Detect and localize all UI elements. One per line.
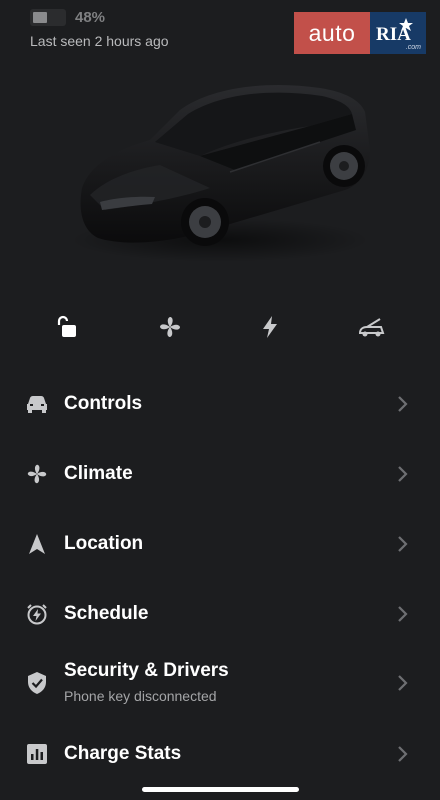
frunk-quick-button[interactable] bbox=[354, 310, 388, 344]
logo-ria-block: RIA .com bbox=[370, 12, 426, 54]
fan-icon bbox=[25, 462, 49, 486]
unlocked-padlock-icon bbox=[57, 315, 76, 337]
chevron-right-icon bbox=[398, 396, 408, 412]
menu-label-security-drivers: Security & Drivers bbox=[64, 660, 229, 681]
home-indicator[interactable] bbox=[142, 787, 299, 792]
menu-label-location: Location bbox=[64, 533, 144, 554]
last-seen-text: Last seen 2 hours ago bbox=[30, 33, 169, 49]
bar-chart-icon bbox=[25, 742, 49, 766]
menu-item-charge-stats[interactable]: Charge Stats bbox=[0, 723, 440, 785]
auto-ria-logo: auto RIA .com bbox=[294, 12, 426, 54]
menu-item-climate[interactable]: Climate bbox=[0, 443, 440, 505]
menu-item-controls[interactable]: Controls bbox=[0, 373, 440, 435]
chevron-right-icon bbox=[398, 536, 408, 552]
chevron-right-icon bbox=[398, 746, 408, 762]
battery-percentage: 48% bbox=[75, 8, 106, 26]
menu-item-location[interactable]: Location bbox=[0, 513, 440, 575]
menu-sublabel-phone-key: Phone key disconnected bbox=[64, 688, 217, 704]
battery-icon bbox=[30, 8, 66, 26]
logo-ria-text: RIA bbox=[376, 24, 411, 45]
menu-item-schedule[interactable]: Schedule bbox=[0, 583, 440, 645]
climate-quick-button[interactable] bbox=[153, 310, 187, 344]
menu-label-schedule: Schedule bbox=[64, 603, 149, 624]
chevron-right-icon bbox=[398, 466, 408, 482]
menu-label-climate: Climate bbox=[64, 463, 133, 484]
logo-auto-text: auto bbox=[294, 12, 370, 54]
unlock-button[interactable] bbox=[50, 310, 84, 344]
alarm-clock-icon bbox=[25, 602, 49, 626]
fan-icon bbox=[160, 317, 180, 337]
logo-com-text: .com bbox=[405, 44, 421, 51]
menu-label-controls: Controls bbox=[64, 393, 143, 414]
lightning-bolt-icon bbox=[263, 316, 277, 338]
charge-quick-button[interactable] bbox=[253, 310, 287, 344]
navigation-arrow-icon bbox=[25, 532, 49, 556]
battery-status: 48% bbox=[30, 7, 105, 27]
quick-actions-bar bbox=[0, 310, 440, 344]
car-image bbox=[70, 84, 370, 262]
menu-label-charge-stats: Charge Stats bbox=[64, 743, 182, 764]
open-frunk-icon bbox=[358, 318, 385, 337]
shield-check-icon bbox=[25, 671, 49, 695]
chevron-right-icon bbox=[398, 606, 408, 622]
car-icon bbox=[25, 392, 49, 416]
menu-item-security-drivers[interactable]: Security & Drivers Phone key disconnecte… bbox=[0, 651, 440, 717]
chevron-right-icon bbox=[398, 675, 408, 691]
